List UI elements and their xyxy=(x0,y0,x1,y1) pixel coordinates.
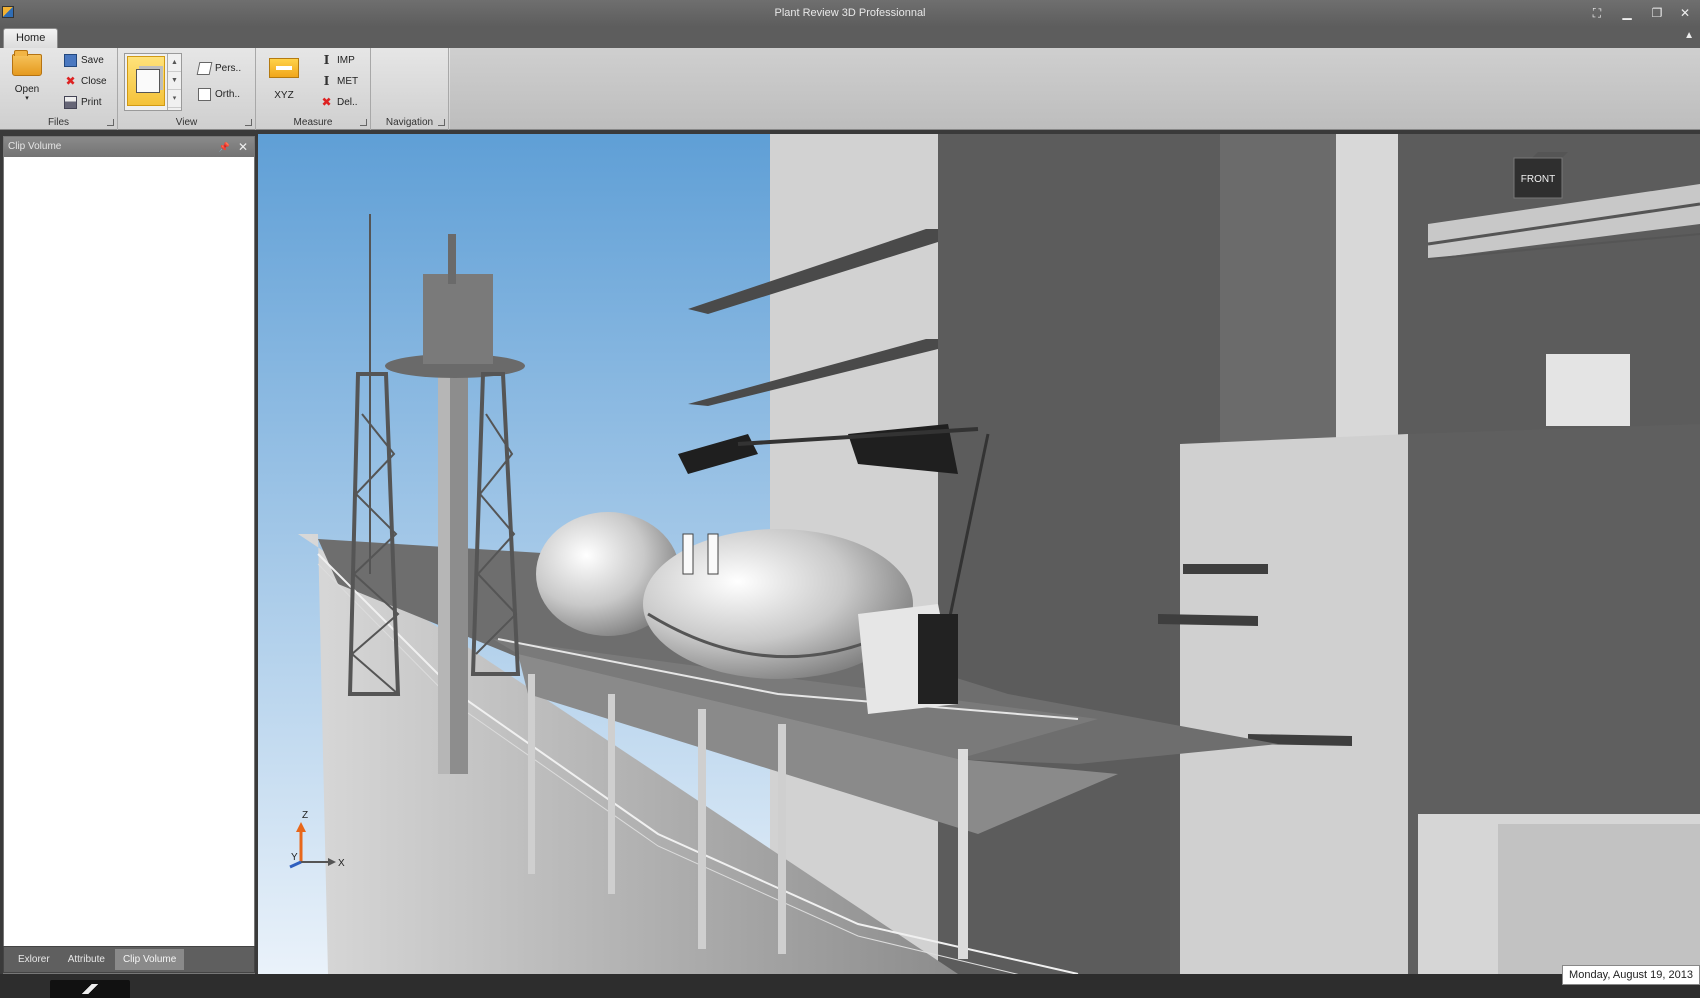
measure-launcher-icon[interactable] xyxy=(360,119,367,126)
group-label-measure: Measure xyxy=(293,117,333,128)
view-cube-front-label: FRONT xyxy=(1521,174,1555,185)
open-label: Open xyxy=(14,84,40,95)
panel-close-icon[interactable]: ✕ xyxy=(238,137,248,157)
dropdown-arrow-icon: ▾ xyxy=(25,95,29,102)
bottom-block-shade xyxy=(1498,824,1700,974)
delete-label: Del.. xyxy=(337,97,358,108)
gallery-more-icon[interactable]: ▾ xyxy=(168,90,181,108)
title-bar: Plant Review 3D Professionnal ⛶ ▁ ❐ ✕ xyxy=(0,0,1700,27)
tab-explorer[interactable]: Exlorer xyxy=(10,949,58,970)
minimize-button[interactable]: ▁ xyxy=(1616,4,1638,22)
imp-button[interactable]: I IMP xyxy=(320,54,355,67)
ribbon-group-files: Open ▾ Save ✖ Close Print Files xyxy=(0,48,118,130)
xyz-label: XYZ xyxy=(274,90,294,101)
shelf-3 xyxy=(1183,564,1268,574)
mast-antenna xyxy=(448,234,456,284)
ribbon-group-view: ▲ ▼ ▾ Pers.. Orth.. View xyxy=(118,48,256,130)
restore-button[interactable]: ❐ xyxy=(1646,4,1668,22)
lifeboat-window-1 xyxy=(682,533,694,575)
mast-pole-light xyxy=(438,364,450,774)
ribbon-group-measure: XYZ I IMP I MET ✖ Del.. Measure xyxy=(256,48,371,130)
date-tooltip: Monday, August 19, 2013 xyxy=(1562,965,1700,985)
panel-title: Clip Volume xyxy=(8,141,62,152)
group-label-navigation: Navigation xyxy=(385,117,434,128)
taskbar-button[interactable] xyxy=(50,980,130,998)
tab-clip-volume[interactable]: Clip Volume xyxy=(114,949,185,970)
print-button[interactable]: Print xyxy=(64,96,102,109)
axis-label-y: Y xyxy=(291,852,298,863)
ribbon-group-navigation: Navigation xyxy=(371,48,449,130)
gallery-selected-item[interactable] xyxy=(127,56,165,106)
delete-measure-button[interactable]: ✖ Del.. xyxy=(320,95,358,109)
view-gallery[interactable]: ▲ ▼ ▾ xyxy=(124,53,182,111)
view-cube[interactable]: FRONT xyxy=(1513,152,1568,199)
gallery-down-icon[interactable]: ▼ xyxy=(168,72,181,90)
view-launcher-icon[interactable] xyxy=(245,119,252,126)
dimension-imp-icon: I xyxy=(323,53,330,67)
group-label-files: Files xyxy=(47,117,70,128)
ribbon-empty-area xyxy=(450,48,1700,129)
lower-block-light xyxy=(1180,434,1408,974)
davit-base-dark xyxy=(918,614,958,704)
ribbon: Open ▾ Save ✖ Close Print Files ▲ ▼ ▾ Pe… xyxy=(0,48,1700,130)
3d-scene[interactable]: FRONT Z X Y xyxy=(258,134,1700,974)
shelf-4 xyxy=(1158,614,1258,626)
orthographic-icon xyxy=(198,88,211,101)
window-panel xyxy=(1546,354,1630,426)
fullscreen-icon[interactable]: ⛶ xyxy=(1586,4,1608,22)
open-button[interactable]: Open ▾ xyxy=(10,50,44,103)
perspective-label: Pers.. xyxy=(215,63,242,74)
axis-label-x: X xyxy=(338,858,345,869)
mast-top-equipment xyxy=(423,274,493,364)
cube-view-icon xyxy=(136,69,160,93)
save-label: Save xyxy=(81,55,104,66)
met-label: MET xyxy=(337,76,359,87)
close-icon: ✖ xyxy=(65,74,76,88)
tab-home[interactable]: Home xyxy=(3,28,59,48)
3d-viewport[interactable]: FRONT Z X Y xyxy=(258,134,1700,974)
orthographic-label: Orth.. xyxy=(215,89,241,100)
post-3 xyxy=(698,709,706,949)
dimension-met-icon: I xyxy=(323,74,330,88)
gallery-scroll[interactable]: ▲ ▼ ▾ xyxy=(167,54,181,110)
files-launcher-icon[interactable] xyxy=(107,119,114,126)
close-button[interactable]: ✖ Close xyxy=(64,74,107,88)
clip-volume-panel: Clip Volume 📌 ✕ xyxy=(3,136,255,974)
tab-attribute[interactable]: Attribute xyxy=(60,949,113,970)
delete-icon: ✖ xyxy=(321,95,332,109)
met-button[interactable]: I MET xyxy=(320,75,358,88)
close-label: Close xyxy=(81,76,107,87)
print-label: Print xyxy=(81,97,102,108)
print-icon xyxy=(64,96,77,109)
post-2 xyxy=(608,694,615,894)
save-icon xyxy=(64,54,77,67)
axis-label-z: Z xyxy=(302,810,308,821)
pin-icon[interactable]: 📌 xyxy=(219,137,230,157)
gallery-up-icon[interactable]: ▲ xyxy=(168,54,181,72)
group-label-view: View xyxy=(175,117,198,128)
status-bar xyxy=(0,974,1700,998)
perspective-button[interactable]: Pers.. xyxy=(196,62,242,75)
xyz-button[interactable]: XYZ xyxy=(268,58,300,101)
xyz-ruler-icon xyxy=(269,58,299,78)
navigation-launcher-icon[interactable] xyxy=(438,119,445,126)
imp-label: IMP xyxy=(337,55,355,66)
close-window-button[interactable]: ✕ xyxy=(1674,4,1696,22)
save-button[interactable]: Save xyxy=(64,54,104,67)
lifeboat-window-2 xyxy=(707,533,719,575)
folder-icon xyxy=(12,50,42,76)
panel-tabs: Exlorer Attribute Clip Volume xyxy=(3,946,255,973)
post-5 xyxy=(958,749,968,959)
post-4 xyxy=(778,724,786,954)
ribbon-collapse-icon[interactable]: ▲ xyxy=(1684,30,1694,41)
post-1 xyxy=(528,674,535,874)
ribbon-tabstrip: Home ▲ xyxy=(0,27,1700,48)
orthographic-button[interactable]: Orth.. xyxy=(198,88,240,101)
window-title: Plant Review 3D Professionnal xyxy=(774,7,926,19)
perspective-icon xyxy=(196,62,213,75)
panel-header: Clip Volume 📌 ✕ xyxy=(4,137,254,157)
